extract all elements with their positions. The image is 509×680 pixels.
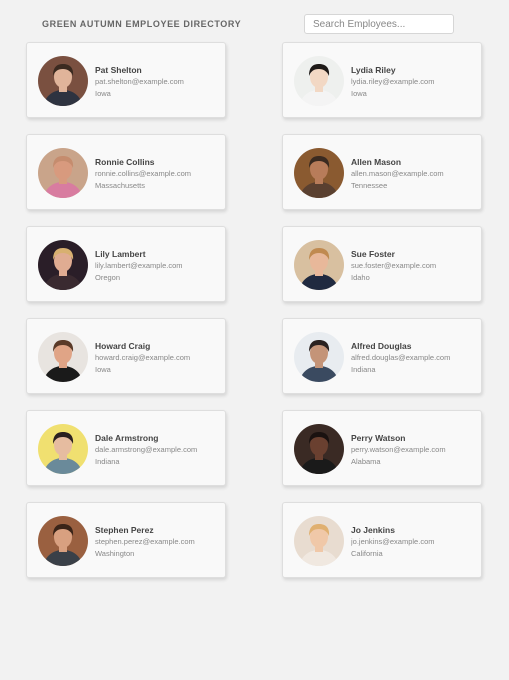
employee-email: ronnie.collins@example.com (95, 169, 191, 178)
employee-location: California (351, 549, 383, 558)
employee-email: jo.jenkins@example.com (351, 537, 435, 546)
avatar (38, 56, 88, 106)
avatar (294, 332, 344, 382)
employee-email: alfred.douglas@example.com (351, 353, 451, 362)
employee-email: lydia.riley@example.com (351, 77, 435, 86)
employee-card[interactable]: Jo Jenkins jo.jenkins@example.com Califo… (282, 502, 482, 578)
employee-location: Massachusetts (95, 181, 146, 190)
employee-name: Dale Armstrong (95, 433, 159, 443)
employee-email: allen.mason@example.com (351, 169, 444, 178)
employee-email: stephen.perez@example.com (95, 537, 195, 546)
employee-info: Lily Lambert lily.lambert@example.com Or… (95, 248, 223, 284)
employee-info: Pat Shelton pat.shelton@example.com Iowa (95, 64, 223, 100)
employee-name: Jo Jenkins (351, 525, 395, 535)
employee-location: Tennessee (351, 181, 388, 190)
employee-grid: Pat Shelton pat.shelton@example.com Iowa… (26, 42, 483, 578)
employee-card[interactable]: Pat Shelton pat.shelton@example.com Iowa (26, 42, 226, 118)
employee-info: Sue Foster sue.foster@example.com Idaho (351, 248, 479, 284)
employee-card[interactable]: Lily Lambert lily.lambert@example.com Or… (26, 226, 226, 302)
employee-location: Washington (95, 549, 135, 558)
employee-location: Iowa (351, 89, 367, 98)
avatar (294, 148, 344, 198)
employee-info: Stephen Perez stephen.perez@example.com … (95, 524, 223, 560)
employee-location: Idaho (351, 273, 370, 282)
employee-name: Howard Craig (95, 341, 151, 351)
employee-card[interactable]: Alfred Douglas alfred.douglas@example.co… (282, 318, 482, 394)
search-input[interactable] (304, 14, 454, 34)
employee-name: Ronnie Collins (95, 157, 155, 167)
avatar (294, 56, 344, 106)
employee-info: Dale Armstrong dale.armstrong@example.co… (95, 432, 223, 468)
employee-email: howard.craig@example.com (95, 353, 191, 362)
avatar (294, 516, 344, 566)
employee-card[interactable]: Ronnie Collins ronnie.collins@example.co… (26, 134, 226, 210)
page-title: GREEN AUTUMN EMPLOYEE DIRECTORY (42, 19, 242, 29)
employee-info: Ronnie Collins ronnie.collins@example.co… (95, 156, 223, 192)
avatar (294, 240, 344, 290)
avatar (38, 332, 88, 382)
employee-card[interactable]: Howard Craig howard.craig@example.com Io… (26, 318, 226, 394)
employee-card[interactable]: Sue Foster sue.foster@example.com Idaho (282, 226, 482, 302)
employee-card[interactable]: Lydia Riley lydia.riley@example.com Iowa (282, 42, 482, 118)
employee-email: pat.shelton@example.com (95, 77, 184, 86)
employee-name: Lydia Riley (351, 65, 396, 75)
employee-email: lily.lambert@example.com (95, 261, 183, 270)
employee-info: Jo Jenkins jo.jenkins@example.com Califo… (351, 524, 479, 560)
employee-card[interactable]: Perry Watson perry.watson@example.com Al… (282, 410, 482, 486)
employee-name: Alfred Douglas (351, 341, 412, 351)
avatar (38, 240, 88, 290)
employee-name: Pat Shelton (95, 65, 142, 75)
employee-location: Indiana (351, 365, 376, 374)
employee-name: Perry Watson (351, 433, 406, 443)
avatar (294, 424, 344, 474)
employee-email: sue.foster@example.com (351, 261, 437, 270)
employee-location: Iowa (95, 89, 111, 98)
employee-info: Perry Watson perry.watson@example.com Al… (351, 432, 479, 468)
avatar (38, 424, 88, 474)
avatar (38, 516, 88, 566)
employee-info: Lydia Riley lydia.riley@example.com Iowa (351, 64, 479, 100)
employee-card[interactable]: Allen Mason allen.mason@example.com Tenn… (282, 134, 482, 210)
employee-card[interactable]: Stephen Perez stephen.perez@example.com … (26, 502, 226, 578)
employee-card[interactable]: Dale Armstrong dale.armstrong@example.co… (26, 410, 226, 486)
employee-location: Alabama (351, 457, 381, 466)
employee-name: Allen Mason (351, 157, 402, 167)
employee-email: dale.armstrong@example.com (95, 445, 198, 454)
avatar (38, 148, 88, 198)
employee-email: perry.watson@example.com (351, 445, 446, 454)
employee-location: Oregon (95, 273, 121, 282)
employee-info: Howard Craig howard.craig@example.com Io… (95, 340, 223, 376)
employee-info: Allen Mason allen.mason@example.com Tenn… (351, 156, 479, 192)
employee-name: Sue Foster (351, 249, 395, 259)
employee-info: Alfred Douglas alfred.douglas@example.co… (351, 340, 479, 376)
employee-location: Indiana (95, 457, 120, 466)
header: GREEN AUTUMN EMPLOYEE DIRECTORY (0, 0, 509, 40)
employee-name: Stephen Perez (95, 525, 154, 535)
employee-name: Lily Lambert (95, 249, 146, 259)
employee-location: Iowa (95, 365, 111, 374)
